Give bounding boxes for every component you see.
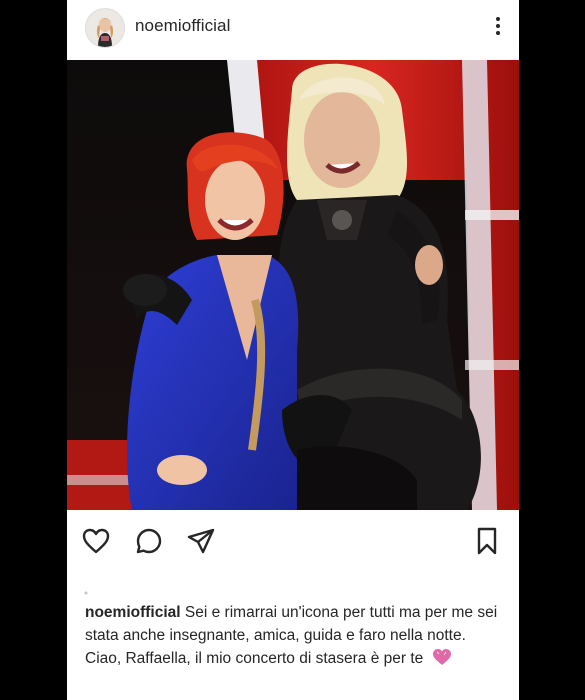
comment-icon[interactable]: [134, 526, 164, 556]
post-caption: noemiofficial Sei e rimarrai un'icona pe…: [85, 601, 510, 673]
post-photo[interactable]: [67, 60, 519, 510]
post-header: noemiofficial: [67, 0, 519, 60]
instagram-post-card: noemiofficial noemiofficial Sei e rimarr…: [67, 0, 519, 700]
caption-text-line2: Ciao, Raffaella, il mio concerto di stas…: [85, 650, 424, 667]
bookmark-icon[interactable]: [472, 526, 502, 556]
post-actions: [67, 520, 519, 560]
photo-illustration: [67, 60, 519, 510]
more-vertical-icon[interactable]: [493, 14, 503, 40]
heart-icon[interactable]: [81, 526, 111, 556]
pink-heart-icon: [432, 648, 452, 673]
caption-username[interactable]: noemiofficial: [85, 604, 181, 621]
paper-plane-icon[interactable]: [186, 526, 216, 556]
avatar-image: [86, 9, 124, 47]
profile-avatar[interactable]: [85, 8, 125, 48]
post-username[interactable]: noemiofficial: [135, 16, 230, 36]
carousel-dots: [83, 582, 93, 595]
